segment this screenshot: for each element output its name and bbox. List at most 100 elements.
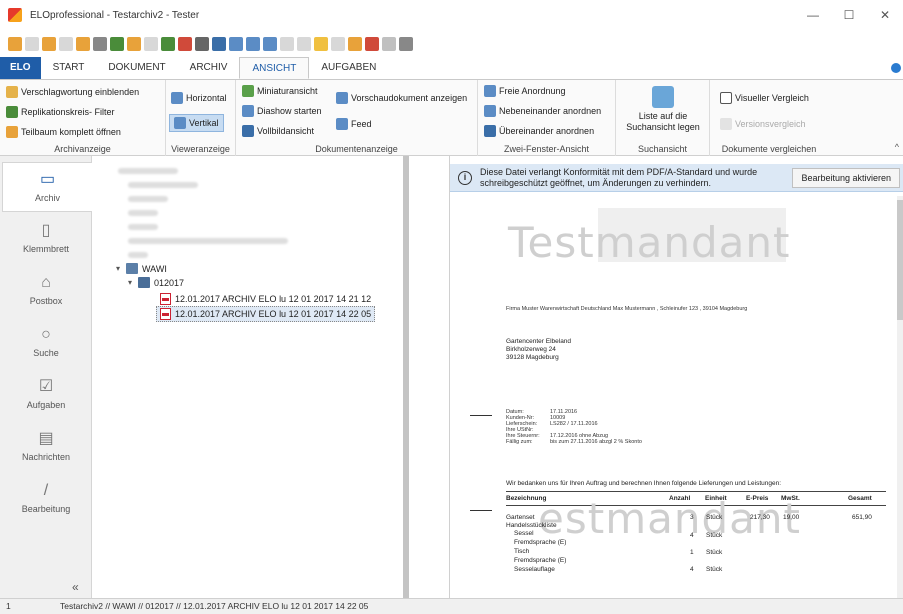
page-icon[interactable] bbox=[279, 37, 294, 51]
save-icon[interactable] bbox=[160, 37, 175, 51]
disk-icon[interactable] bbox=[211, 37, 226, 51]
nav-aufgaben[interactable]: ☑ Aufgaben bbox=[2, 370, 90, 420]
tab-archiv[interactable]: ARCHIV bbox=[178, 57, 240, 79]
checkout-icon[interactable] bbox=[126, 37, 141, 51]
blurred-entry bbox=[118, 168, 178, 174]
elo-app-icon bbox=[8, 8, 22, 22]
ribbon-tabs: ELO START DOKUMENT ARCHIV ANSICHT AUFGAB… bbox=[0, 57, 903, 80]
group-label-archivanzeige: Archivanzeige bbox=[54, 144, 111, 154]
tree-node-document-selected[interactable]: 12.01.2017 ARCHIV ELO lu 12 01 2017 14 2… bbox=[156, 306, 376, 322]
pdf-document-icon bbox=[160, 293, 171, 305]
visueller-vergleich-button[interactable]: Visueller Vergleich bbox=[720, 92, 809, 104]
row-qty: 3 bbox=[690, 514, 694, 521]
expand-caret-icon[interactable]: ▾ bbox=[128, 278, 138, 287]
preview-scroll-thumb[interactable] bbox=[897, 200, 903, 320]
tab-elo[interactable]: ELO bbox=[0, 57, 41, 79]
row-vat: 19,00 bbox=[783, 514, 800, 521]
maximize-button[interactable]: ☐ bbox=[831, 0, 867, 30]
table-top-rule bbox=[506, 491, 886, 492]
collapse-ribbon-icon[interactable]: ^ bbox=[895, 142, 899, 152]
up-icon[interactable] bbox=[41, 37, 56, 51]
preview-icon bbox=[336, 92, 348, 104]
collapse-nav-icon[interactable]: « bbox=[72, 580, 79, 594]
recipient-line: Birkholzerweg 24 bbox=[506, 346, 556, 353]
row-name: Sesselauflage bbox=[514, 566, 555, 573]
vertikal-button[interactable]: Vertikal bbox=[169, 114, 224, 132]
help-icon[interactable] bbox=[891, 63, 901, 73]
nav-bearbeitung[interactable]: / Bearbeitung bbox=[2, 474, 90, 524]
group-dokumentenanzeige: Miniaturansicht Diashow starten Vollbild… bbox=[236, 80, 478, 156]
minimize-button[interactable]: — bbox=[795, 0, 831, 30]
freie-anordnung-button[interactable]: Freie Anordnung bbox=[484, 85, 566, 97]
verschlagwortung-button[interactable]: Verschlagwortung einblenden bbox=[6, 86, 139, 98]
undo-icon[interactable] bbox=[381, 37, 396, 51]
refresh-icon[interactable] bbox=[58, 37, 73, 51]
vollbildansicht-button[interactable]: Vollbildansicht bbox=[242, 125, 314, 137]
tab-dokument[interactable]: DOKUMENT bbox=[96, 57, 177, 79]
nav-suche[interactable]: ○ Suche bbox=[2, 318, 90, 368]
more-icon[interactable] bbox=[398, 37, 413, 51]
nav-nachrichten[interactable]: ▤ Nachrichten bbox=[2, 422, 90, 472]
mail-icon[interactable] bbox=[347, 37, 362, 51]
image-icon[interactable] bbox=[245, 37, 260, 51]
tab-ansicht[interactable]: ANSICHT bbox=[239, 57, 310, 79]
folder-icon[interactable] bbox=[313, 37, 328, 51]
liste-suchansicht-button[interactable]: Liste auf die Suchansicht legen bbox=[620, 86, 706, 133]
delete-icon[interactable] bbox=[330, 37, 345, 51]
document-preview: i Diese Datei verlangt Konformität mit d… bbox=[449, 156, 903, 598]
meta-label: Fällig zum: bbox=[506, 439, 533, 445]
tab-aufgaben[interactable]: AUFGABEN bbox=[309, 57, 388, 79]
uebereinander-button[interactable]: Übereinander anordnen bbox=[484, 125, 594, 137]
calendar-icon[interactable] bbox=[364, 37, 379, 51]
tree-node-document[interactable]: 12.01.2017 ARCHIV ELO lu 12 01 2017 14 2… bbox=[158, 292, 373, 306]
print-icon[interactable] bbox=[194, 37, 209, 51]
col-header-gesamt: Gesamt bbox=[848, 495, 872, 502]
copy-icon[interactable] bbox=[296, 37, 311, 51]
tasks-icon: ☑ bbox=[38, 378, 54, 395]
folder-icon bbox=[138, 277, 150, 288]
layout-icon[interactable] bbox=[262, 37, 277, 51]
forward-icon[interactable] bbox=[24, 37, 39, 51]
edit-icon[interactable] bbox=[177, 37, 192, 51]
back-icon[interactable] bbox=[7, 37, 22, 51]
archive-icon: ▭ bbox=[39, 171, 56, 188]
row-name: Tisch bbox=[514, 548, 530, 555]
tab-start[interactable]: START bbox=[41, 57, 97, 79]
recipient-line: Gartencenter Elbeland bbox=[506, 338, 572, 345]
feed-button[interactable]: Feed bbox=[336, 118, 372, 130]
expand-caret-icon[interactable]: ▾ bbox=[116, 264, 126, 273]
teilbaum-oeffnen-button[interactable]: Teilbaum komplett öffnen bbox=[6, 126, 121, 138]
nebeneinander-button[interactable]: Nebeneinander anordnen bbox=[484, 105, 601, 117]
row-name: Fremdsprache (E) bbox=[514, 557, 567, 564]
miniaturansicht-button[interactable]: Miniaturansicht bbox=[242, 85, 318, 97]
diashow-button[interactable]: Diashow starten bbox=[242, 105, 322, 117]
pane-splitter[interactable] bbox=[403, 156, 409, 598]
versionsvergleich-button[interactable]: Versionsvergleich bbox=[720, 118, 806, 130]
row-unit: Stück bbox=[706, 514, 723, 521]
window-title: ELOprofessional - Testarchiv2 - Tester bbox=[30, 9, 200, 21]
tree-node-012017[interactable]: ▾ 012017 bbox=[128, 277, 184, 288]
tree-icon[interactable] bbox=[109, 37, 124, 51]
stamp-icon[interactable] bbox=[75, 37, 90, 51]
replikationskreis-filter-button[interactable]: Replikationskreis- Filter bbox=[6, 106, 115, 118]
tree-node-wawi[interactable]: ▾ WAWI bbox=[116, 263, 167, 274]
search-icon[interactable] bbox=[92, 37, 107, 51]
horizontal-button[interactable]: Horizontal bbox=[171, 92, 227, 104]
side-by-side-icon bbox=[484, 105, 496, 117]
thumbnails-icon bbox=[242, 85, 254, 97]
left-navigation: ▭ Archiv ▯ Klemmbrett ⌂ Postbox ○ Suche … bbox=[0, 156, 92, 598]
nav-postbox[interactable]: ⌂ Postbox bbox=[2, 266, 90, 316]
nav-archiv[interactable]: ▭ Archiv bbox=[2, 162, 92, 212]
grid-icon[interactable] bbox=[228, 37, 243, 51]
search-icon: ○ bbox=[41, 326, 51, 343]
pdf-document-icon bbox=[160, 308, 171, 320]
visual-compare-icon bbox=[720, 92, 732, 104]
row-qty: 4 bbox=[690, 566, 694, 573]
enable-editing-button[interactable]: Bearbeitung aktivieren bbox=[792, 168, 900, 188]
new-doc-icon[interactable] bbox=[143, 37, 158, 51]
vorschaudokument-button[interactable]: Vorschaudokument anzeigen bbox=[336, 92, 467, 104]
meta-value: LS282 / 17.11.2016 bbox=[550, 421, 598, 427]
nav-klemmbrett[interactable]: ▯ Klemmbrett bbox=[2, 214, 90, 264]
slideshow-icon bbox=[242, 105, 254, 117]
close-button[interactable]: ✕ bbox=[867, 0, 903, 30]
